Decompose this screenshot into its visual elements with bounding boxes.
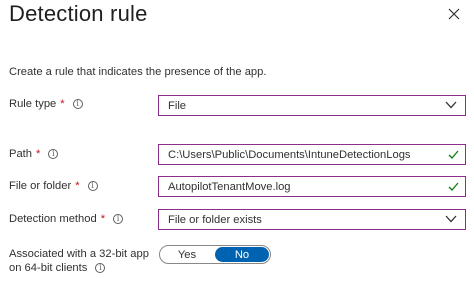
chevron-down-icon — [445, 215, 457, 223]
panel-title: Detection rule — [9, 1, 148, 26]
close-icon — [448, 8, 460, 20]
required-marker: * — [100, 213, 106, 225]
associated-32bit-label-line2: on 64-bit clients — [9, 262, 88, 274]
associated-32bit-label: Associated with a 32-bit app on 64-bit c… — [9, 247, 149, 275]
chevron-down-icon — [445, 101, 457, 109]
toggle-option-no[interactable]: No — [215, 247, 269, 262]
rule-type-dropdown[interactable]: File — [158, 95, 466, 116]
info-icon[interactable] — [72, 98, 83, 110]
info-icon[interactable] — [48, 148, 59, 160]
detection-method-label: Detection method * — [9, 213, 124, 225]
required-marker: * — [60, 98, 65, 110]
path-value: C:\Users\Public\Documents\IntuneDetectio… — [168, 148, 411, 161]
rule-type-value: File — [168, 99, 187, 112]
detection-method-dropdown[interactable]: File or folder exists — [158, 209, 466, 230]
required-marker: * — [36, 148, 41, 160]
info-icon[interactable] — [95, 262, 106, 274]
toggle-option-yes[interactable]: Yes — [160, 246, 214, 263]
rule-type-label-text: Rule type — [9, 98, 57, 110]
detection-method-value: File or folder exists — [168, 213, 262, 226]
file-or-folder-value: AutopilotTenantMove.log — [168, 180, 291, 193]
rule-type-label: Rule type * — [9, 98, 83, 110]
close-button[interactable] — [447, 7, 461, 21]
detection-method-label-text: Detection method — [9, 213, 97, 225]
path-label: Path * — [9, 148, 59, 160]
path-input[interactable]: C:\Users\Public\Documents\IntuneDetectio… — [158, 144, 466, 165]
required-marker: * — [75, 180, 80, 192]
path-label-text: Path — [9, 148, 33, 160]
checkmark-icon — [448, 150, 459, 159]
file-or-folder-input[interactable]: AutopilotTenantMove.log — [158, 176, 466, 197]
file-or-folder-label: File or folder * — [9, 180, 98, 192]
associated-32bit-label-line1: Associated with a 32-bit app — [9, 248, 149, 260]
info-icon[interactable] — [87, 180, 98, 192]
panel-description: Create a rule that indicates the presenc… — [9, 66, 267, 78]
associated-32bit-toggle[interactable]: Yes No — [159, 245, 271, 264]
info-icon[interactable] — [113, 213, 124, 225]
checkmark-icon — [448, 182, 459, 191]
file-or-folder-label-text: File or folder — [9, 180, 72, 192]
